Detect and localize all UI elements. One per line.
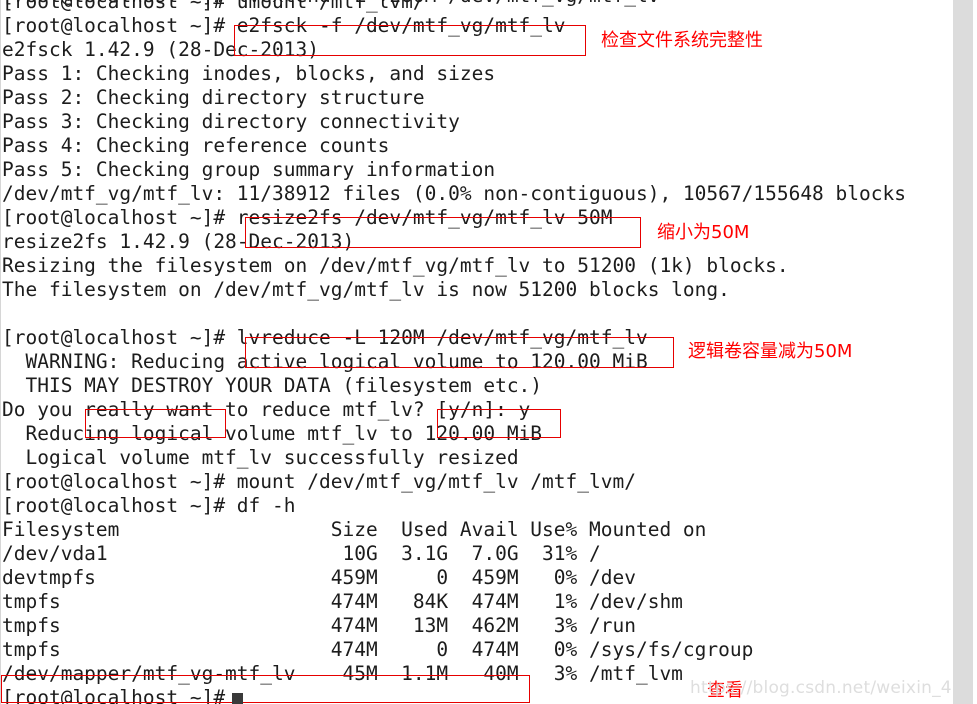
annotation-lv-reduce-to-50m: 逻辑卷容量减为50M [688,341,853,362]
scrollbar-gutter [973,0,977,704]
terminal-line: Logical volume mtf_lv successfully resiz… [2,446,519,469]
terminal-line: Pass 3: Checking directory connectivity [2,110,460,133]
terminal-line-df-row: /dev/vda1 10G 3.1G 7.0G 31% / [2,542,601,565]
terminal-line: resize2fs 1.42.9 (28-Dec-2013) [2,230,355,253]
terminal-line: [root@localhost ~]# df -h [2,494,296,517]
terminal-line: Do you really want to reduce mtf_lv? [y/… [2,398,531,421]
terminal-line: Pass 2: Checking directory structure [2,86,425,109]
terminal-line: [root@localhost ~]# e2fsck -f /dev/mtf_v… [2,14,566,37]
terminal-cursor [232,693,243,704]
terminal-line: [root@localhost ~]# resize2fs /dev/mtf_v… [2,206,613,229]
csdn-watermark: https://blog.csdn.net/weixin_43287982 [690,678,977,698]
annotation-check-fs-integrity: 检查文件系统完整性 [601,30,763,51]
terminal-line: e2fsck 1.42.9 (28-Dec-2013) [2,38,319,61]
terminal-line: [root@localhost ~]# mount /dev/mtf_vg/mt… [2,470,636,493]
terminal-line: Pass 1: Checking inodes, blocks, and siz… [2,62,496,85]
terminal-screen: [root@localhost ~]# lvextend -L +200M /d… [0,0,977,704]
terminal-line-df-row: tmpfs 474M 0 474M 0% /sys/fs/cgroup [2,638,754,661]
terminal-line: Resizing the filesystem on /dev/mtf_vg/m… [2,254,789,277]
terminal-line-df-row: tmpfs 474M 84K 474M 1% /dev/shm [2,590,683,613]
terminal-line: Reducing logical volume mtf_lv to 120.00… [2,422,543,445]
terminal-line-df-row: tmpfs 474M 13M 462M 3% /run [2,614,636,637]
annotation-shrink-to-50m: 缩小为50M [657,222,750,243]
terminal-line: Pass 4: Checking reference counts [2,134,390,157]
terminal-line: /dev/mtf_vg/mtf_lv: 11/38912 files (0.0%… [2,182,906,205]
terminal-line: The filesystem on /dev/mtf_vg/mtf_lv is … [2,278,730,301]
left-gutter-rule [0,0,1,704]
terminal-line: Pass 5: Checking group summary informati… [2,158,496,181]
terminal-line: THIS MAY DESTROY YOUR DATA (filesystem e… [2,374,543,397]
terminal-line-df-header: Filesystem Size Used Avail Use% Mounted … [2,518,707,541]
terminal-line: [root@localhost ~]# umount /mtf_lvm/ [2,0,425,13]
scrollbar-track[interactable] [953,0,973,704]
terminal-line-df-row: devtmpfs 459M 0 459M 0% /dev [2,566,636,589]
